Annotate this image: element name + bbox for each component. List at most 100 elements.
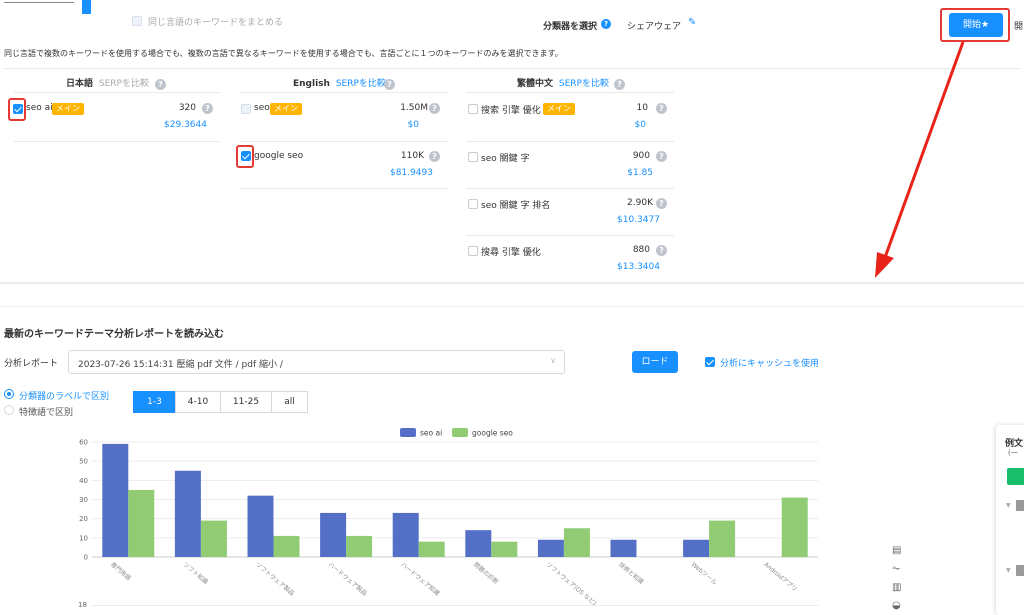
y-tick-label: 40 [79, 477, 88, 485]
keyword-zh-4: 搜尋 引擎 優化 [481, 248, 541, 258]
cpc-google-seo: $81.9493 [390, 168, 433, 178]
category-bar-chart: 0 10 20 30 40 50 60 専門用語 ソフト知識 ソフトウェア製品 ハードウェア製品 ハー… [79, 428, 818, 607]
help-icon-zh-1[interactable]: ? [656, 103, 667, 114]
side-panel-caret-2[interactable]: ▼ [1006, 567, 1011, 574]
keyword-seo: seo [254, 103, 270, 113]
help-icon-zh-4[interactable]: ? [656, 245, 667, 256]
x-tick-label: 問題の診断 [472, 560, 500, 585]
cache-checkbox[interactable] [705, 357, 715, 367]
tab-11-25[interactable]: 11-25 [220, 391, 272, 413]
x-tick-label: ハードウェア製品 [327, 560, 369, 597]
bar-google-seo [128, 489, 155, 557]
document-icon[interactable]: ▤ [892, 545, 901, 556]
row-divider [14, 141, 220, 142]
x-tick-label: ソフトウェア製品 [254, 560, 296, 597]
header-divider [4, 68, 1020, 69]
row-divider [466, 188, 674, 189]
notice-text: 同じ言語で複数のキーワードを使用する場合でも、複数の言語で異なるキーワードを使用… [4, 49, 563, 58]
help-icon-en[interactable]: ? [384, 79, 395, 90]
radio-label-selected[interactable] [4, 389, 14, 399]
main-badge-en: メイン [270, 103, 302, 115]
keyword-checkbox-zh-2[interactable] [468, 152, 478, 162]
bar-google-seo [418, 541, 445, 557]
serp-compare-en[interactable]: SERPを比較 [336, 79, 386, 89]
line-chart-icon[interactable]: ⏦ [892, 563, 900, 574]
volume-zh-4: 880 [632, 245, 650, 255]
legend-label: seo ai [420, 429, 442, 438]
top-cut-text [4, 0, 74, 3]
report-select[interactable]: 2023-07-26 15:14:31 壓縮 pdf 文件 / pdf 縮小 /… [68, 350, 565, 374]
start-button[interactable]: 開始★ [949, 13, 1003, 37]
help-icon-seo-ai[interactable]: ? [202, 103, 213, 114]
load-button[interactable]: ロード [632, 351, 678, 373]
edit-pencil-icon[interactable]: ✎ [688, 17, 696, 28]
col-lang-en: English [293, 79, 330, 89]
keyword-checkbox-zh-3[interactable] [468, 199, 478, 209]
y-tick-label: 10 [79, 534, 88, 542]
bar-google-seo [273, 535, 300, 557]
side-panel-caret-1[interactable]: ▼ [1006, 502, 1011, 509]
bar-google-seo [491, 541, 518, 557]
cpc-seo: $0 [407, 120, 419, 130]
y-tick-label: 30 [79, 496, 88, 504]
report-section-title: 最新のキーワードテーマ分析レポートを読み込む [4, 329, 224, 340]
y-tick-label: 0 [84, 554, 88, 562]
report-select-value: 2023-07-26 15:14:31 壓縮 pdf 文件 / pdf 縮小 / [78, 360, 283, 370]
help-icon[interactable]: ? [601, 19, 611, 29]
example-side-panel: 例文 (一 ▼ ▼ [996, 425, 1024, 615]
side-panel-green-button[interactable] [1007, 468, 1024, 485]
tab-all[interactable]: all [271, 391, 308, 413]
help-icon-seo[interactable]: ? [429, 103, 440, 114]
cpc-seo-ai: $29.3644 [164, 120, 207, 130]
serp-compare-ja: SERPを比較 [98, 79, 149, 89]
side-panel-block-1 [1016, 500, 1024, 511]
keyword-zh-3: seo 關鍵 字 排名 [481, 201, 551, 211]
col-lang-ja: 日本語 [66, 79, 94, 89]
volume-seo: 1.50M [400, 103, 428, 113]
start-button-cut[interactable]: 開 [1014, 19, 1023, 32]
bar-google-seo [346, 535, 373, 557]
help-icon-ja[interactable]: ? [155, 79, 166, 90]
x-tick-label: ソフトウェア(OS など) [545, 560, 598, 607]
bar-seo-ai [465, 530, 492, 557]
bar-google-seo [781, 497, 808, 557]
legend-swatch [452, 428, 468, 437]
help-icon-zh-3[interactable]: ? [656, 198, 667, 209]
volume-zh-2: 900 [632, 151, 650, 161]
bar-seo-ai [174, 470, 201, 557]
keyword-seo-ai: seo ai [26, 103, 53, 113]
stack-icon[interactable]: ◒ [892, 600, 901, 611]
help-icon-zh-2[interactable]: ? [656, 151, 667, 162]
col-lang-zh: 繁體中文 [517, 79, 554, 89]
volume-zh-3: 2.90K [627, 198, 653, 208]
bar-seo-ai [537, 539, 564, 557]
keyword-checkbox-zh-4[interactable] [468, 246, 478, 256]
help-icon-zh[interactable]: ? [614, 79, 625, 90]
x-tick-label: 専門用語 [109, 560, 133, 582]
bar-seo-ai [247, 495, 274, 557]
col-divider-en [240, 92, 448, 93]
bar-chart-icon[interactable]: ▥ [892, 582, 901, 593]
cpc-zh-4: $13.3404 [617, 262, 660, 272]
radio-label-1: 分類器のラベルで区別 [19, 392, 110, 402]
classifier-value: シェアウェア [627, 22, 682, 32]
tab-4-10[interactable]: 4-10 [175, 391, 221, 413]
chevron-down-icon: ∨ [550, 356, 556, 365]
serp-compare-zh[interactable]: SERPを比較 [559, 79, 609, 89]
help-icon-google-seo[interactable]: ? [429, 151, 440, 162]
classifier-label: 分類器を選択 [543, 22, 598, 32]
bar-google-seo [709, 520, 736, 557]
merge-keywords-label: 同じ言語のキーワードをまとめる [148, 18, 284, 28]
keyword-checkbox-zh-1[interactable] [468, 104, 478, 114]
keyword-checkbox-seo-ai[interactable] [13, 104, 23, 114]
y-tick-label: 50 [79, 458, 88, 466]
tab-1-3[interactable]: 1-3 [133, 391, 176, 413]
merge-keywords-checkbox[interactable] [132, 16, 142, 26]
x-tick-label: Webツール [690, 561, 718, 586]
keyword-checkbox-seo[interactable] [241, 104, 251, 114]
keyword-zh-1: 搜索 引擎 優化 [481, 106, 541, 116]
keyword-checkbox-google-seo[interactable] [241, 151, 251, 161]
radio-feature[interactable] [4, 405, 14, 415]
col-header-ja: 日本語 SERPを比較 [66, 76, 149, 89]
row-divider [240, 141, 448, 142]
